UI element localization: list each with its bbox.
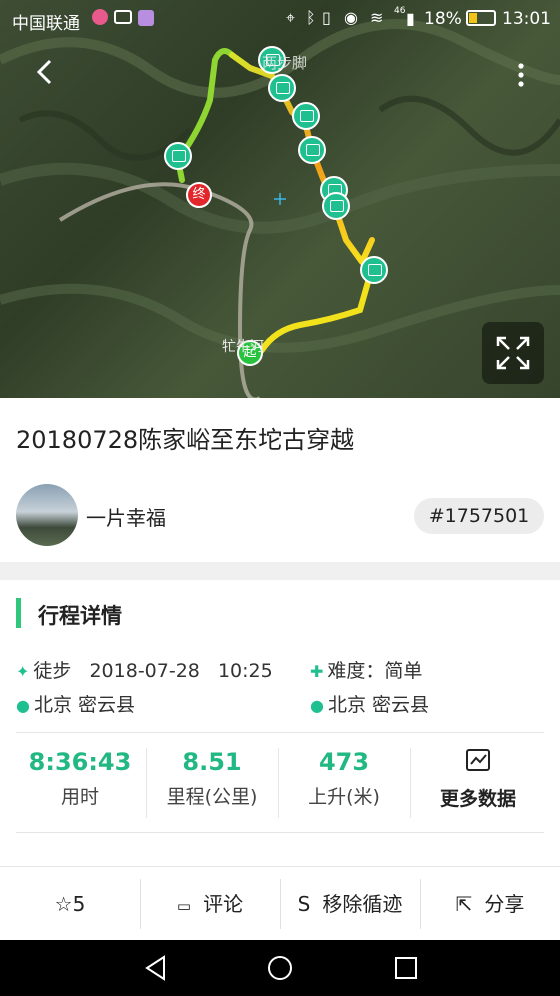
stats-divider-bottom [16,832,544,833]
photo-marker[interactable] [268,74,296,102]
signal-icon: ▮ [406,9,415,28]
favorite-button[interactable]: ☆5 [0,867,140,941]
share-button[interactable]: ⇱ 分享 [420,867,560,941]
activity-type: 徒步 [33,660,72,682]
track-map[interactable]: 终 起 牤牛河 两步脚 [0,0,560,398]
photo-marker[interactable] [298,136,326,164]
nav-recents-icon[interactable] [392,954,420,982]
photo-marker[interactable] [322,192,350,220]
stat-divider [410,748,411,818]
remove-track-button[interactable]: S 移除循迹 [280,867,420,941]
wifi-icon: ≋ [370,8,384,27]
fullscreen-icon [496,336,530,370]
avatar[interactable] [16,484,78,546]
network-type: 46 [394,6,406,16]
location-icon: ⌖ [286,8,296,27]
stats-divider-top [16,732,544,733]
end-pin-icon: ● [310,696,324,715]
remove-track-label: 移除循迹 [322,892,403,916]
section-title: 行程详情 [38,604,122,628]
start-location: 北京 密云县 [33,694,136,716]
system-nav-bar [0,940,560,996]
end-marker-label: 终 [192,187,206,202]
puzzle-icon: ✚ [310,662,324,681]
more-data-button[interactable]: 更多数据 [412,748,544,811]
app-notification-icon [92,9,108,25]
battery-icon [466,10,496,26]
chart-icon [412,748,544,778]
trip-title: 20180728陈家峪至东坨古穿越 [16,426,355,454]
stat-label: 用时 [60,786,99,808]
stat-label: 上升(米) [308,786,380,808]
stat-distance: 8.51 里程(公里) [146,748,278,809]
share-label: 分享 [484,892,525,916]
section-accent-bar [16,598,21,628]
stat-duration: 8:36:43 用时 [14,748,146,809]
stat-ascent: 473 上升(米) [278,748,410,809]
more-data-label: 更多数据 [439,788,516,810]
comment-button[interactable]: ▭ 评论 [140,867,280,941]
difficulty-label: 难度：简单 [327,660,423,682]
comment-label: 评论 [203,892,244,916]
hiking-icon: ✦ [16,662,30,681]
end-location: 北京 密云县 [327,694,430,716]
fullscreen-button[interactable] [482,322,544,384]
end-location-info: ● 北京 密云县 [310,690,429,717]
stat-label: 里程(公里) [166,786,258,808]
username[interactable]: 一片幸福 [86,502,166,531]
share-icon: ⇱ [455,892,473,916]
action-bar: ☆5 ▭ 评论 S 移除循迹 ⇱ 分享 [0,866,560,940]
stat-value: 473 [318,748,370,776]
photo-marker[interactable] [360,256,388,284]
nav-back-icon[interactable] [142,954,170,982]
vibrate-icon: ▯ [322,8,331,27]
activity-time: 10:25 [217,660,273,682]
activity-info: ✦ 徒步 2018-07-28 10:25 [16,656,273,683]
favorite-count: 5 [72,892,86,916]
start-pin-icon: ● [16,696,30,715]
status-bar: 中国联通 ⌖ ᛒ ▯ ◉ ≋ 46 ▮ 18% 13:01 [0,0,560,38]
app-notification-icon [114,10,132,24]
music-icon [138,10,154,26]
bluetooth-icon: ᛒ [306,8,316,27]
comment-icon: ▭ [176,897,192,915]
activity-date: 2018-07-28 [89,660,200,682]
photo-marker[interactable] [164,142,192,170]
route-icon: S [297,892,311,916]
photo-marker[interactable] [292,102,320,130]
section-divider [0,562,560,580]
start-location-info: ● 北京 密云县 [16,690,135,717]
carrier-label: 中国联通 [12,14,80,34]
difficulty-info: ✚ 难度：简单 [310,656,422,683]
clock: 13:01 [502,9,551,29]
map-place-label: 牤牛河 [222,339,264,355]
star-icon: ☆ [54,892,73,916]
battery-percent: 18% [424,9,462,29]
end-marker[interactable]: 终 [186,182,212,208]
stat-value: 8.51 [182,748,242,776]
map-watermark: 两步脚 [262,54,308,72]
eye-icon: ◉ [344,8,358,27]
stat-value: 8:36:43 [28,748,132,776]
track-id-badge[interactable]: #1757501 [414,498,544,534]
nav-home-icon[interactable] [266,954,294,982]
